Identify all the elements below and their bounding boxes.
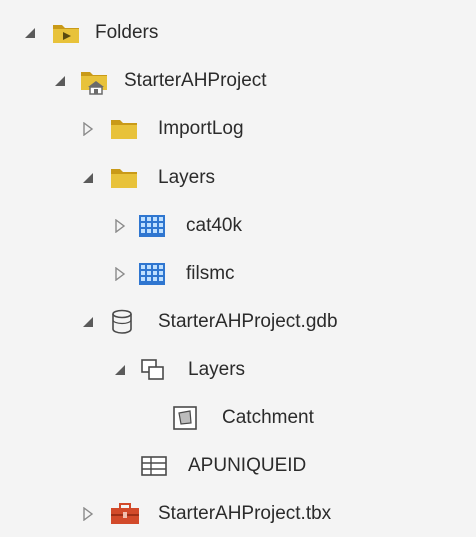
tree-item-layers-folder[interactable]: Layers	[0, 155, 476, 201]
folder-icon	[110, 115, 140, 143]
tree-item-catchment[interactable]: Catchment	[0, 395, 476, 441]
tree-item-label: APUNIQUEID	[188, 455, 307, 476]
collapse-arrow-icon[interactable]	[112, 362, 128, 378]
expand-arrow-icon[interactable]	[80, 121, 96, 137]
tree-item-filsmc[interactable]: filsmc	[0, 251, 476, 297]
polygon-feature-class-icon	[172, 404, 198, 432]
tree-item-starterahproject[interactable]: StarterAHProject	[0, 58, 476, 104]
expand-arrow-icon[interactable]	[112, 266, 128, 282]
tree-item-geodatabase[interactable]: StarterAHProject.gdb	[0, 299, 476, 345]
tree-item-apuniqueid[interactable]: APUNIQUEID	[0, 443, 476, 489]
tree-item-label: Folders	[95, 22, 159, 43]
tree-item-label: StarterAHProject.tbx	[158, 503, 332, 524]
folder-connection-icon	[52, 19, 82, 47]
tree-item-importlog[interactable]: ImportLog	[0, 106, 476, 152]
raster-icon	[138, 212, 166, 240]
geodatabase-icon	[110, 308, 134, 336]
tree-item-layers-dataset[interactable]: Layers	[0, 347, 476, 393]
tree-item-label: StarterAHProject.gdb	[158, 311, 338, 332]
catalog-tree: Folders StarterAHProject ImportLog Layer…	[0, 0, 476, 531]
tree-item-label: Layers	[158, 167, 216, 188]
collapse-arrow-icon[interactable]	[80, 170, 96, 186]
raster-icon	[138, 260, 166, 288]
expand-arrow-icon[interactable]	[112, 218, 128, 234]
tree-item-label: filsmc	[186, 263, 235, 284]
tree-item-label: StarterAHProject	[124, 70, 267, 91]
home-folder-icon	[80, 67, 114, 95]
expand-arrow-icon[interactable]	[80, 506, 96, 522]
collapse-arrow-icon[interactable]	[80, 314, 96, 330]
toolbox-icon	[110, 500, 140, 528]
tree-item-toolbox[interactable]: StarterAHProject.tbx	[0, 491, 476, 537]
tree-item-label: Catchment	[222, 407, 314, 428]
collapse-arrow-icon[interactable]	[52, 73, 68, 89]
tree-item-label: ImportLog	[158, 118, 244, 139]
tree-item-label: cat40k	[186, 215, 242, 236]
collapse-arrow-icon[interactable]	[22, 25, 38, 41]
folder-icon	[110, 164, 140, 192]
tree-item-cat40k[interactable]: cat40k	[0, 203, 476, 249]
table-icon	[140, 452, 168, 480]
feature-dataset-icon	[140, 356, 166, 384]
tree-item-folders[interactable]: Folders	[0, 10, 476, 56]
tree-item-label: Layers	[188, 359, 246, 380]
